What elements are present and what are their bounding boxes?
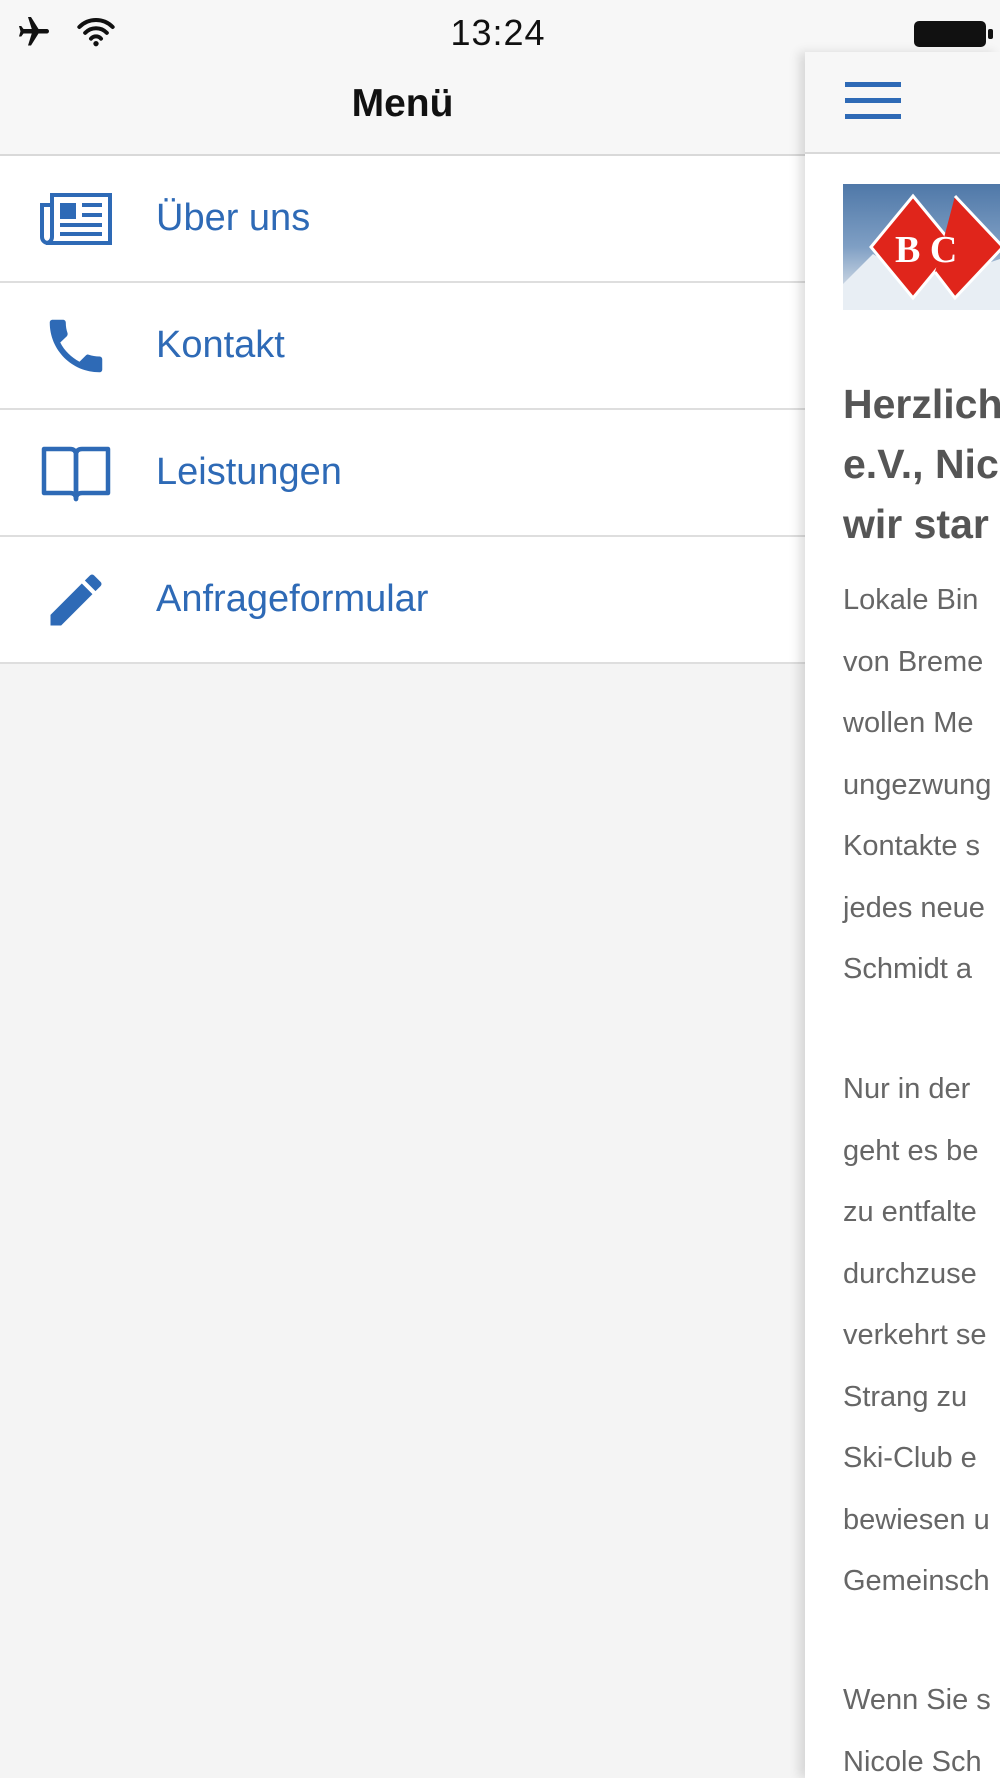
paragraph-line: Ski-Club e [843,1442,977,1474]
phone-icon [38,308,114,384]
header-banner-image: B C [843,184,1000,310]
paragraph-line: Lokale Bin [843,584,979,616]
pencil-icon [38,562,114,638]
menu-item-label: Kontakt [156,324,285,366]
content-topbar [805,52,1000,154]
paragraph-line: von Breme [843,645,984,678]
paragraph-line: zu entfalte [843,1196,977,1228]
paragraph-line: verkehrt se [843,1319,987,1351]
newspaper-icon [38,181,114,257]
paragraph-line: jedes neue [843,891,985,924]
paragraph-line: bewiesen u [843,1503,990,1536]
club-logo: B C [843,193,1000,310]
battery-icon [914,21,993,47]
menu-item-anfrageformular[interactable]: Anfrageformular [0,537,805,664]
paragraph-line: durchzuse [843,1257,977,1290]
heading-line: e.V., Nic [843,441,999,487]
paragraph-line: Nur in der [843,1073,971,1105]
menu-item-label: Anfrageformular [156,578,429,620]
menu-item-kontakt[interactable]: Kontakt [0,283,805,410]
menu-title: Menü [351,82,454,125]
paragraph-line: Schmidt a [843,953,972,985]
content-panel[interactable]: B C Herzlich e.V., Nic wir star Lokale B… [805,52,1000,1778]
menu-item-leistungen[interactable]: Leistungen [0,410,805,537]
paragraph-line: Gemeinsch [843,1565,990,1597]
paragraph-line: Wenn Sie s [843,1684,991,1716]
time-text: 13:24 [450,12,546,53]
menu-list: Über uns Kontakt Leistungen Anfrageformu… [0,156,805,664]
hamburger-icon[interactable] [845,80,901,122]
paragraph-line: wollen Me [843,707,974,739]
menu-item-label: Leistungen [156,451,342,493]
paragraph-line: Kontakte s [843,830,981,862]
third-paragraph: Wenn Sie s Nicole Sch kontaktiere [843,1670,1000,1778]
welcome-heading: Herzlich e.V., Nic wir star [843,374,1000,554]
menu-item-ueber-uns[interactable]: Über uns [0,156,805,283]
second-paragraph: Nur in der geht es be zu entfalte durchz… [843,1059,1000,1613]
book-icon [38,435,114,511]
heading-line: Herzlich [843,381,1000,427]
intro-paragraph: Lokale Bin von Breme wollen Me ungezwung… [843,570,1000,1001]
heading-line: wir star [843,501,989,547]
logo-text: B C [895,229,957,271]
paragraph-line: geht es be [843,1134,979,1167]
paragraph-line: Nicole Sch [843,1745,982,1778]
paragraph-line: ungezwung [843,768,992,801]
menu-header: Menü [0,64,805,156]
menu-item-label: Über uns [156,197,311,239]
paragraph-line: Strang zu [843,1380,968,1413]
status-time: 13:24 [0,12,1000,54]
